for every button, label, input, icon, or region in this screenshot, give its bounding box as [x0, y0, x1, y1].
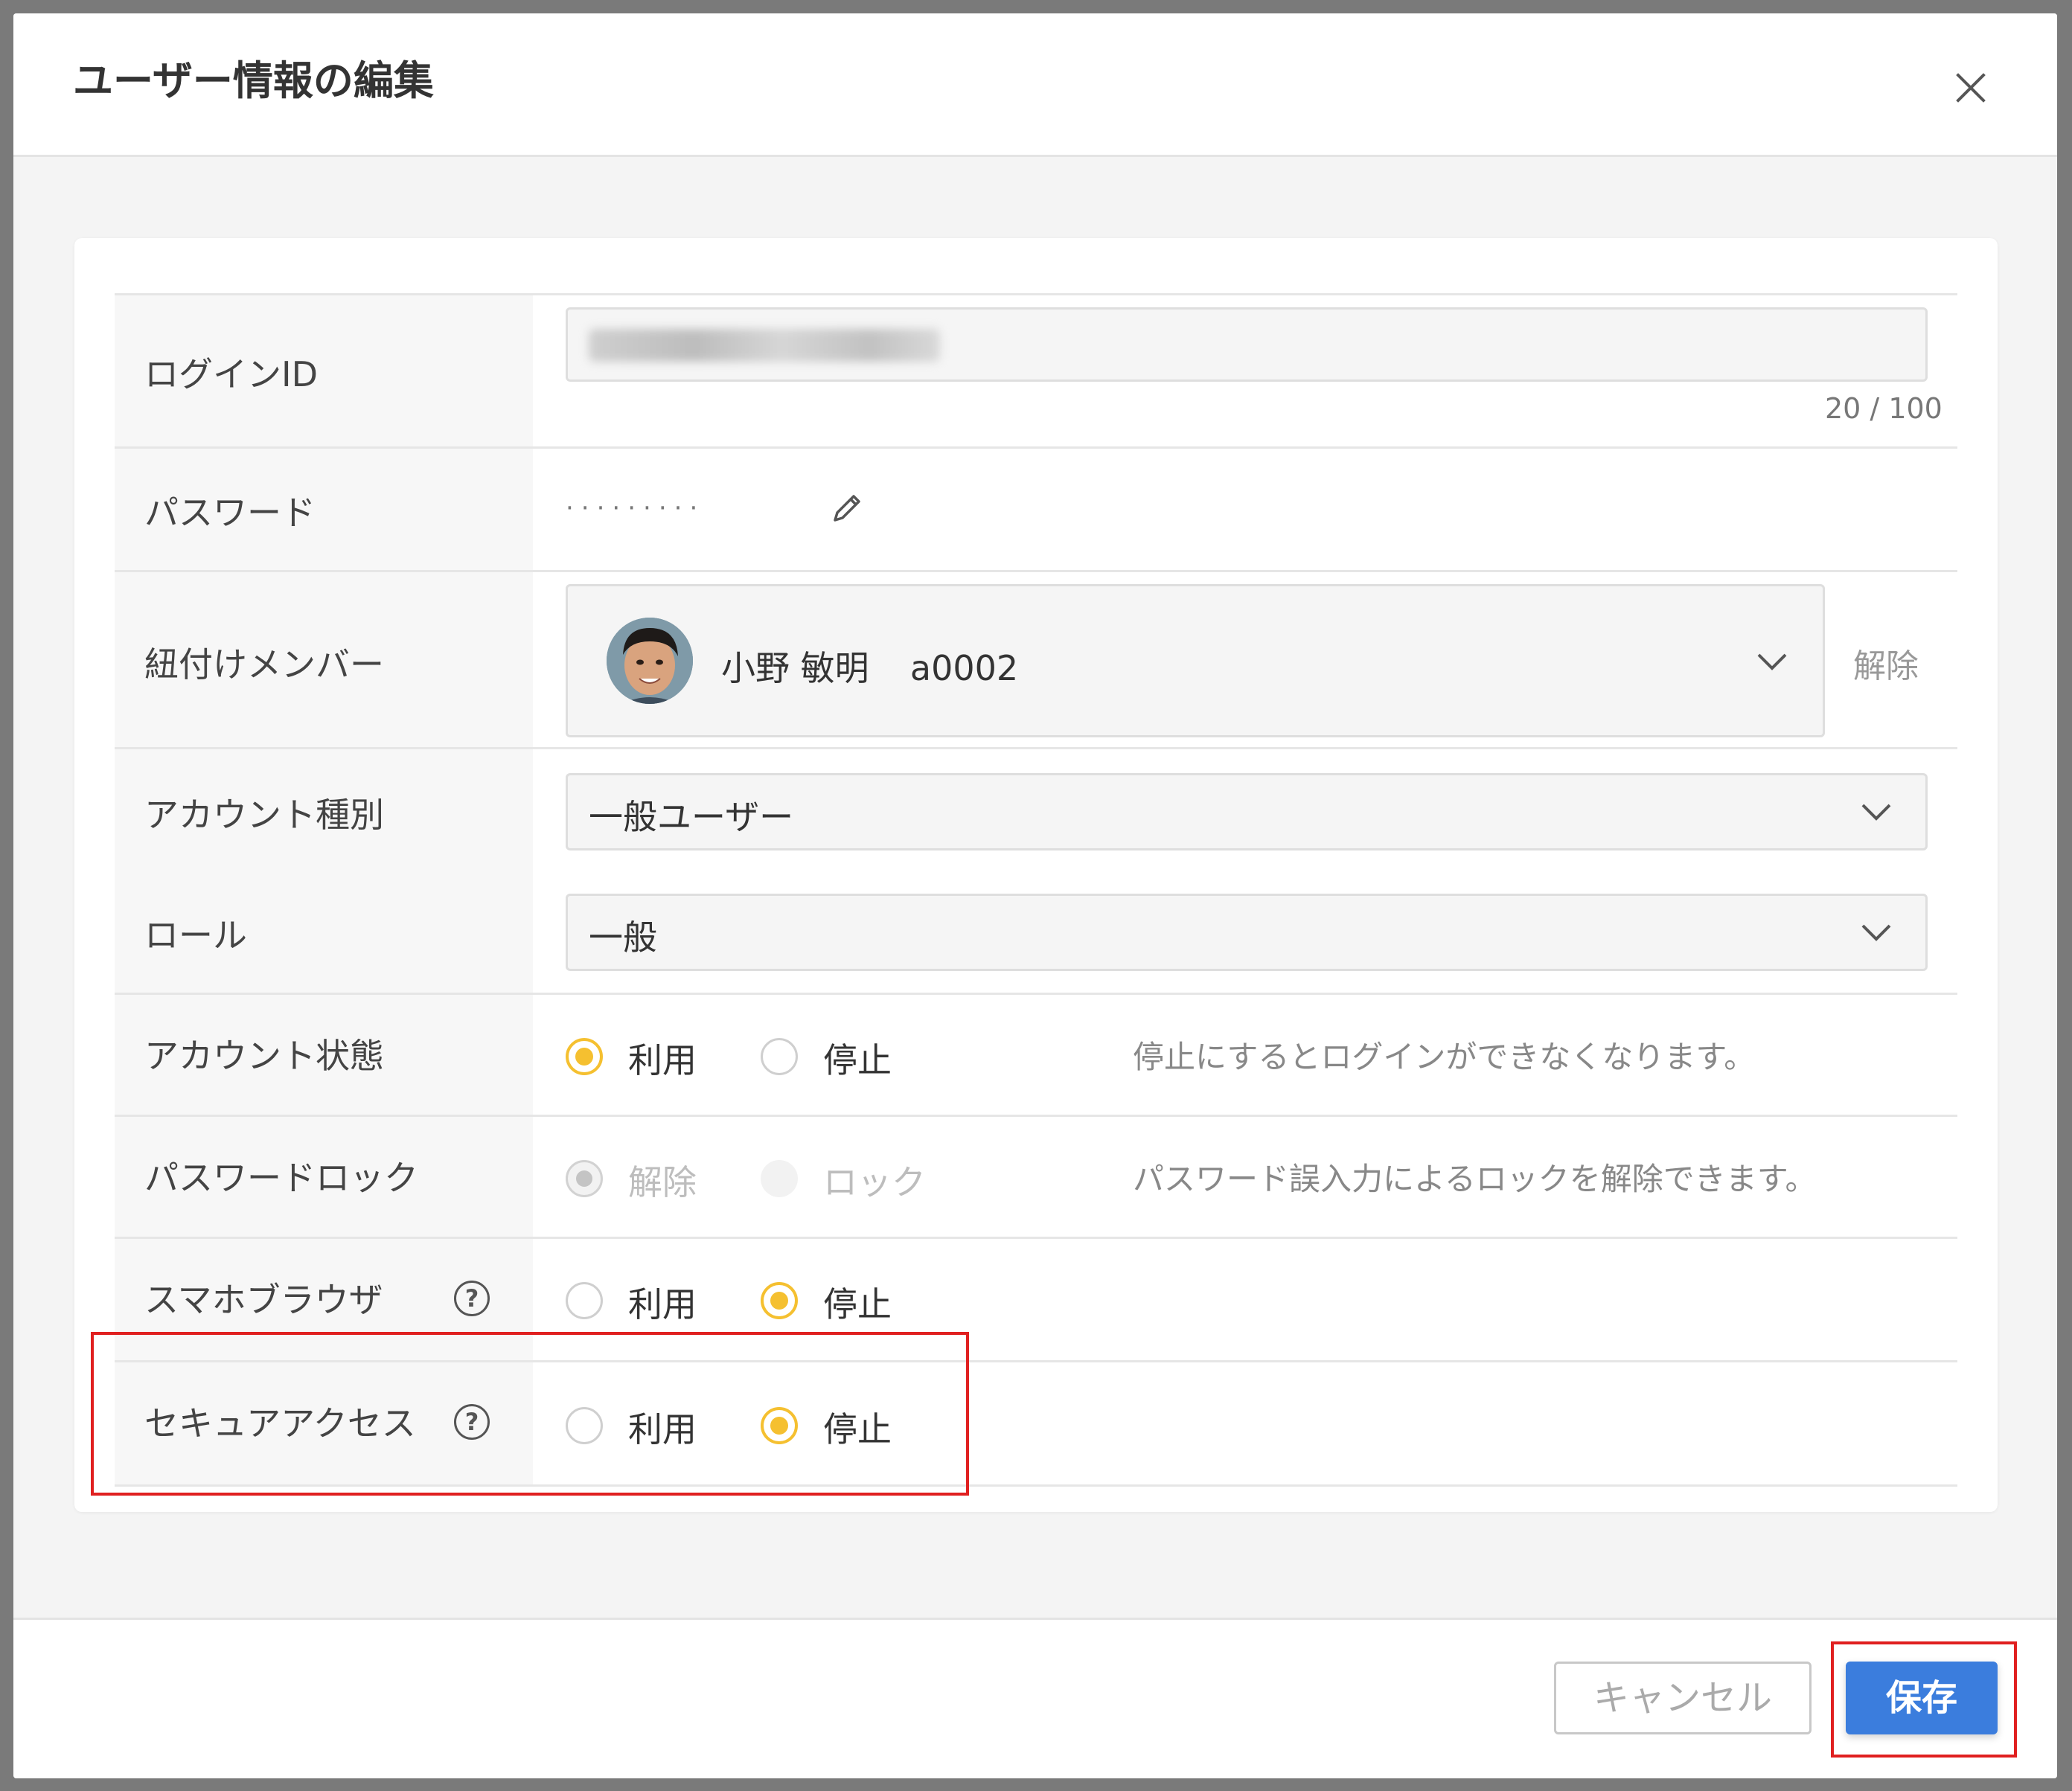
login-id-blurred-value [589, 329, 940, 362]
chevron-down-icon [1861, 924, 1891, 941]
linked-member-select[interactable]: 小野 敏明 a0002 [566, 584, 1825, 737]
account-type-role-row: アカウント種別 一般ユーザー ロール 一般 [115, 747, 1957, 995]
member-code: a0002 [909, 648, 1019, 688]
linked-member-label: 紐付けメンバー [144, 644, 384, 685]
secure-access-option-use[interactable]: 利用 [628, 1403, 697, 1452]
linked-member-row: 紐付けメンバー 小野 敏明 a0002 解除 [115, 570, 1957, 749]
close-icon[interactable] [1948, 65, 1993, 110]
account-status-radio-stop[interactable] [761, 1038, 798, 1075]
role-select[interactable]: 一般 [566, 894, 1928, 971]
password-lock-row: パスワードロック 解除 ロック パスワード誤入力によるロックを解除できます。 [115, 1115, 1957, 1239]
password-lock-radio-lock [761, 1160, 798, 1197]
dialog-title: ユーザー情報の編集 [73, 57, 434, 104]
password-lock-label: パスワードロック [144, 1158, 418, 1198]
login-id-input[interactable] [566, 307, 1928, 382]
edit-user-dialog: ユーザー情報の編集 ログインID 20 / 100 パスワード ········… [13, 13, 2057, 1778]
smartphone-browser-radio-stop[interactable] [761, 1282, 798, 1319]
secure-access-radio-stop[interactable] [761, 1407, 798, 1444]
help-icon[interactable]: ? [454, 1404, 490, 1440]
role-label: ロール [144, 915, 247, 955]
member-avatar [607, 618, 693, 704]
role-value: 一般 [589, 917, 657, 958]
account-status-radio-use[interactable] [566, 1038, 603, 1075]
help-icon[interactable]: ? [454, 1281, 490, 1316]
smartphone-browser-option-use[interactable]: 利用 [628, 1278, 697, 1327]
secure-access-radio-use[interactable] [566, 1407, 603, 1444]
password-row: パスワード ········· [115, 446, 1957, 572]
password-lock-option-lock: ロック [823, 1162, 926, 1202]
form-card: ログインID 20 / 100 パスワード ········· 紐付けメンバー [74, 238, 1998, 1512]
login-id-row: ログインID 20 / 100 [115, 293, 1957, 449]
save-button[interactable]: 保存 [1846, 1662, 1998, 1734]
account-status-row: アカウント状態 利用 停止 停止にするとログインができなくなります。 [115, 993, 1957, 1117]
smartphone-browser-radio-use[interactable] [566, 1282, 603, 1319]
password-lock-hint: パスワード誤入力によるロックを解除できます。 [1133, 1161, 1817, 1197]
secure-access-label: セキュアアクセス [144, 1403, 416, 1444]
account-status-option-use[interactable]: 利用 [628, 1034, 697, 1083]
password-lock-radio-release [566, 1160, 603, 1197]
smartphone-browser-option-stop[interactable]: 停止 [823, 1278, 892, 1327]
account-status-option-stop[interactable]: 停止 [823, 1034, 892, 1083]
account-status-hint: 停止にするとログインができなくなります。 [1133, 1039, 1756, 1075]
password-mask: ········· [566, 493, 706, 523]
dialog-header: ユーザー情報の編集 [13, 13, 2057, 157]
chevron-down-icon [1861, 804, 1891, 821]
secure-access-row: セキュアアクセス ? 利用 停止 [115, 1360, 1957, 1487]
chevron-down-icon [1757, 653, 1787, 670]
unlink-member-link[interactable]: 解除 [1853, 639, 1919, 687]
dialog-footer: キャンセル 保存 [13, 1618, 2057, 1778]
cancel-button[interactable]: キャンセル [1554, 1662, 1812, 1734]
account-type-label: アカウント種別 [144, 795, 384, 835]
smartphone-browser-row: スマホブラウザ ? 利用 停止 [115, 1237, 1957, 1362]
account-status-label: アカウント状態 [144, 1036, 384, 1076]
password-label: パスワード [144, 493, 316, 533]
password-lock-option-release: 解除 [628, 1162, 697, 1202]
smartphone-browser-label: スマホブラウザ [144, 1280, 383, 1320]
pencil-edit-icon[interactable] [828, 490, 865, 528]
login-id-label: ログインID [144, 354, 318, 394]
account-type-value: 一般ユーザー [589, 797, 794, 837]
login-id-counter: 20 / 100 [1825, 392, 1942, 425]
account-type-select[interactable]: 一般ユーザー [566, 773, 1928, 850]
secure-access-option-stop[interactable]: 停止 [823, 1403, 892, 1452]
member-name: 小野 敏明 [721, 648, 869, 688]
